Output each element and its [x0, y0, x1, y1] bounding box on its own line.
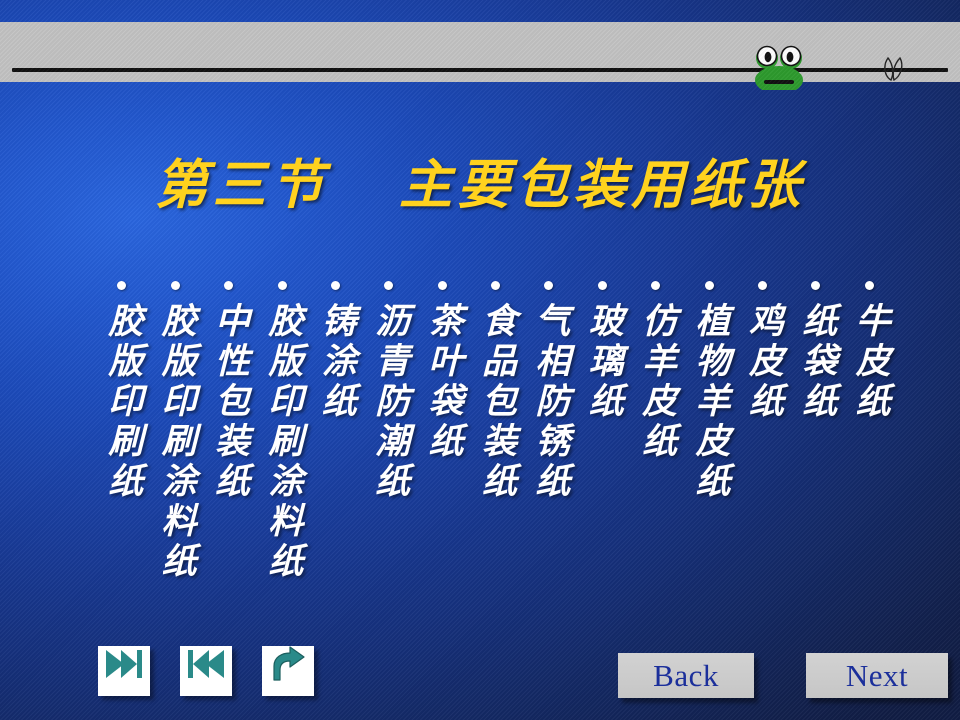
bullet-text: 牛皮纸: [849, 302, 890, 422]
bullet-dot-icon: [811, 281, 821, 290]
bullet-text: 仿羊皮纸: [636, 302, 677, 462]
slide-header-band: [0, 22, 960, 90]
bullet-text: 铸涂纸: [315, 302, 356, 422]
fast-forward-button[interactable]: [98, 646, 150, 696]
bullet-text: 气相防锈纸: [529, 302, 570, 502]
fast-rewind-icon: [188, 650, 224, 678]
bullet-dot-icon: [704, 281, 714, 290]
bullet-text: 玻璃纸: [582, 302, 623, 422]
bullet-text: 沥青防潮纸: [369, 302, 410, 502]
bullet-column: 胶版印刷涂料纸: [255, 281, 308, 582]
bullet-dot-icon: [864, 281, 874, 290]
bullet-text: 植物羊皮纸: [689, 302, 730, 502]
bullet-text: 胶版印刷涂料纸: [155, 302, 196, 582]
bullet-dot-icon: [491, 281, 501, 290]
bullet-dot-icon: [384, 281, 394, 290]
bullet-column: 气相防锈纸: [522, 281, 575, 502]
bullet-column: 玻璃纸: [576, 281, 629, 422]
bullet-column: 沥青防潮纸: [362, 281, 415, 502]
presentation-slide: 第三节 主要包装用纸张 牛皮纸 纸袋纸 鸡皮纸 植物羊皮纸 仿羊皮纸 玻璃纸 气相防锈纸 食品…: [0, 0, 960, 720]
bullet-column: 纸袋纸: [789, 281, 842, 422]
bullet-column: 胶版印刷纸: [95, 281, 148, 502]
bullet-text: 胶版印刷纸: [102, 302, 143, 502]
bullet-dot-icon: [330, 281, 340, 290]
bullet-text: 鸡皮纸: [742, 302, 783, 422]
return-button[interactable]: [262, 646, 314, 696]
next-button-label: Next: [845, 657, 909, 693]
bullet-column: 食品包装纸: [469, 281, 522, 502]
bullet-column: 鸡皮纸: [736, 281, 789, 422]
fast-forward-icon: [106, 650, 142, 678]
return-arrow-icon: [273, 646, 305, 681]
leaf-glyph-icon: [884, 56, 903, 82]
bullet-column: 中性包装纸: [202, 281, 255, 502]
frog-icon: [755, 45, 803, 90]
bullet-dot-icon: [277, 281, 287, 290]
bullet-column: 仿羊皮纸: [629, 281, 682, 462]
bullet-text: 胶版印刷涂料纸: [262, 302, 303, 582]
bullet-dot-icon: [224, 281, 234, 290]
bullet-column: 植物羊皮纸: [682, 281, 735, 502]
bullet-dot-icon: [597, 281, 607, 290]
bullet-text: 纸袋纸: [796, 302, 837, 422]
bullet-dot-icon: [170, 281, 180, 290]
back-button-label: Back: [653, 657, 719, 693]
back-button[interactable]: Back: [618, 653, 754, 698]
bullet-column: 茶叶袋纸: [415, 281, 468, 462]
bullet-column-list: 牛皮纸 纸袋纸 鸡皮纸 植物羊皮纸 仿羊皮纸 玻璃纸 气相防锈纸 食品包装纸 茶叶袋纸 沥青防潮纸…: [96, 281, 896, 621]
bullet-dot-icon: [117, 281, 127, 290]
bullet-text: 中性包装纸: [208, 302, 249, 502]
bullet-column: 铸涂纸: [309, 281, 362, 422]
bullet-dot-icon: [437, 281, 447, 290]
bullet-dot-icon: [758, 281, 768, 290]
bullet-dot-icon: [651, 281, 661, 290]
fast-rewind-button[interactable]: [180, 646, 232, 696]
bullet-text: 茶叶袋纸: [422, 302, 463, 462]
slide-title: 第三节 主要包装用纸张: [154, 155, 806, 216]
bullet-column: 牛皮纸: [843, 281, 896, 422]
bullet-column: 胶版印刷涂料纸: [149, 281, 202, 582]
bullet-text: 食品包装纸: [475, 302, 516, 502]
bullet-dot-icon: [544, 281, 554, 290]
next-button[interactable]: Next: [806, 653, 948, 698]
